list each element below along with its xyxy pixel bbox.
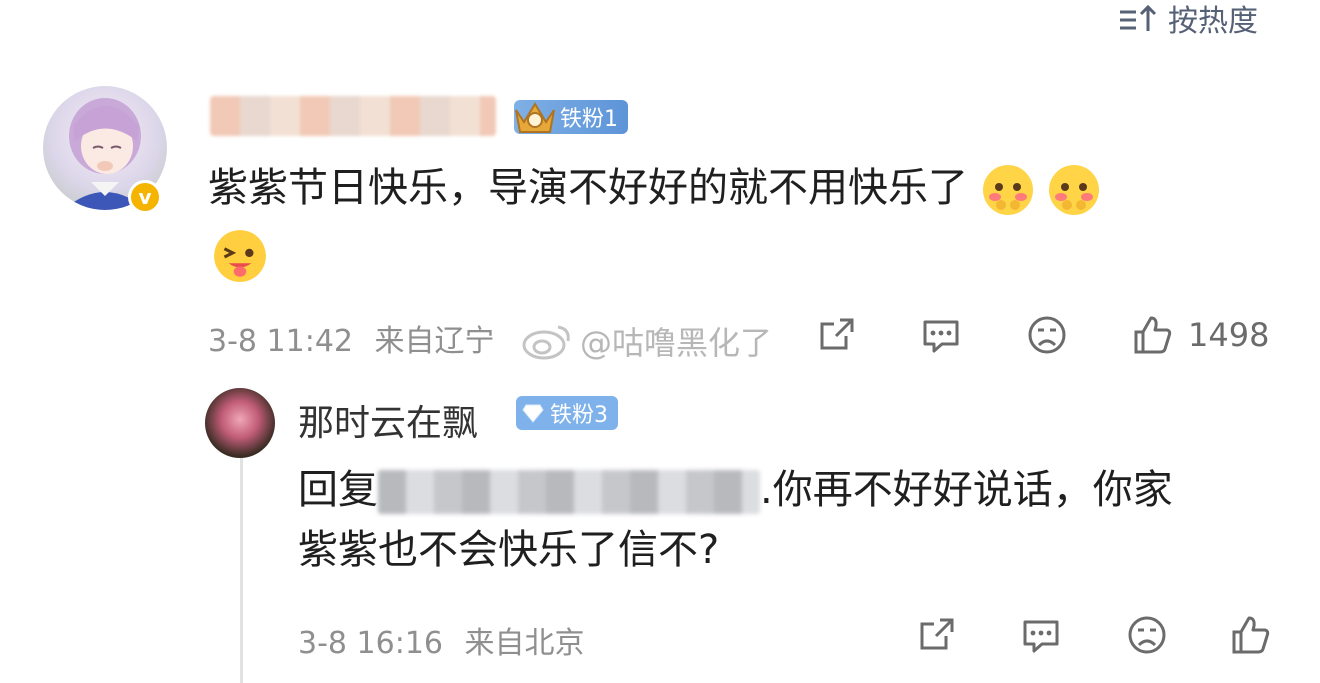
reply-text: 回复 .你再不好好说话，你家 紫紫也不会快乐了信不? <box>298 460 1288 580</box>
reply-user-avatar[interactable] <box>205 388 275 458</box>
sad-face-icon <box>1128 616 1166 654</box>
reply-comment-button-2[interactable] <box>1020 614 1062 656</box>
share-button[interactable] <box>816 314 858 356</box>
reply-username[interactable]: 那时云在飘 <box>298 394 478 446</box>
comment-bubble-icon <box>923 320 959 353</box>
crown-icon <box>515 102 555 133</box>
dislike-button[interactable] <box>1026 314 1068 356</box>
reply-prefix: 回复 <box>298 467 378 513</box>
fan-badge-label: 铁粉1 <box>560 107 618 132</box>
reply-body-line2: 紫紫也不会快乐了信不? <box>298 527 720 573</box>
tongue-wink-emoji-icon <box>214 230 266 282</box>
diamond-icon <box>522 404 544 423</box>
reply-share-button[interactable] <box>916 614 958 656</box>
reply-like-button[interactable] <box>1230 614 1272 656</box>
shy-blush-emoji-icon <box>1049 165 1100 215</box>
fan-badge-level-3[interactable]: 铁粉3 <box>516 396 618 430</box>
replied-username-blurred[interactable] <box>378 470 760 514</box>
verified-badge-icon: v <box>128 180 162 214</box>
thumbs-up-icon <box>1134 316 1172 354</box>
reply-comment-button[interactable] <box>920 314 962 356</box>
commenter-username-blurred[interactable] <box>210 96 496 136</box>
like-button[interactable]: 1498 <box>1132 314 1269 356</box>
comment-time: 3-8 11:42 <box>208 324 353 359</box>
comment-meta: 3-8 11:42 来自辽宁 <box>208 316 495 360</box>
weibo-logo-icon <box>522 325 570 360</box>
sort-label: 按热度 <box>1168 4 1258 39</box>
reply-dislike-button[interactable] <box>1126 614 1168 656</box>
comment-text: 紫紫节日快乐，导演不好好的就不用快乐了 <box>208 158 1268 218</box>
reply-time: 3-8 16:16 <box>298 626 443 661</box>
watermark-text: @咕噜黑化了 <box>580 324 773 362</box>
sad-face-icon <box>1028 316 1066 354</box>
fan-badge-level-1[interactable]: 铁粉1 <box>514 100 628 134</box>
weibo-watermark: @咕噜黑化了 <box>522 318 772 364</box>
reply-thread-line <box>240 458 243 683</box>
reply-location: 来自北京 <box>464 626 585 661</box>
sort-icon <box>1120 4 1157 31</box>
thumbs-up-icon <box>1232 616 1270 654</box>
sort-by-hot-button[interactable]: 按热度 <box>1118 0 1258 39</box>
fan-badge-label: 铁粉3 <box>550 403 608 428</box>
share-icon <box>820 318 854 350</box>
comment-body: 紫紫节日快乐，导演不好好的就不用快乐了 <box>208 165 968 211</box>
reply-body-line1: .你再不好好说话，你家 <box>760 467 1173 513</box>
comment-bubble-icon <box>1023 620 1059 653</box>
shy-blush-emoji-icon <box>982 165 1033 215</box>
like-count: 1498 <box>1188 316 1270 354</box>
reply-meta: 3-8 16:16 来自北京 <box>298 618 585 662</box>
share-icon <box>920 618 954 650</box>
comment-location: 来自辽宁 <box>374 324 495 359</box>
